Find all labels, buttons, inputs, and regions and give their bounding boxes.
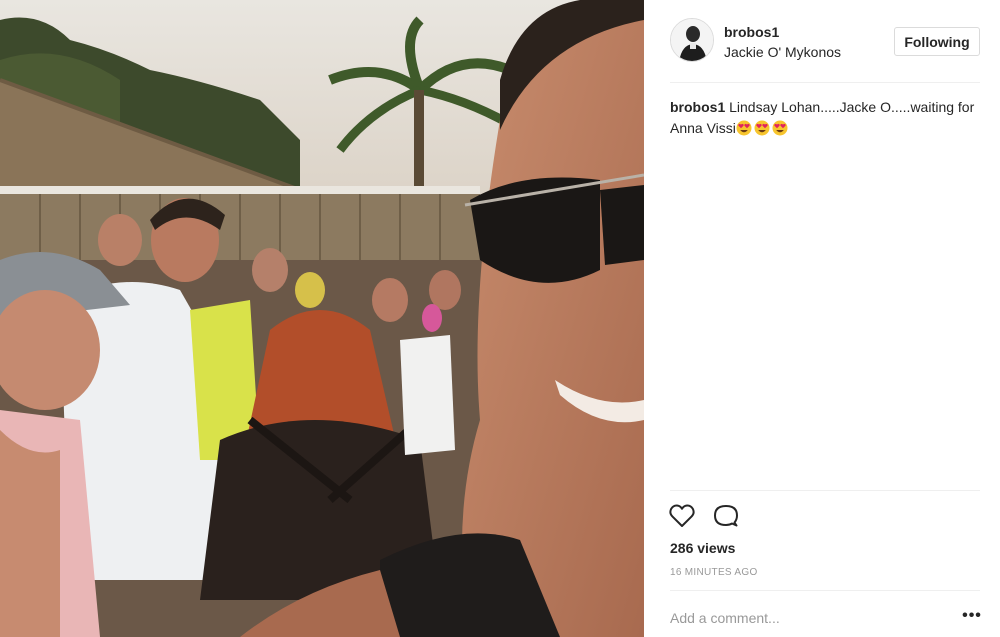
view-count[interactable]: 286 views <box>670 540 735 556</box>
post-caption: brobos1 Lindsay Lohan.....Jacke O.....wa… <box>670 97 984 139</box>
caption-emojis <box>736 120 790 136</box>
speech-bubble-icon <box>714 505 738 527</box>
comment-input[interactable] <box>670 606 950 630</box>
heart-eyes-emoji-icon <box>772 120 788 136</box>
header-location[interactable]: Jackie O' Mykonos <box>724 44 841 60</box>
header-username[interactable]: brobos1 <box>724 24 779 40</box>
like-button[interactable] <box>668 502 696 530</box>
following-button[interactable]: Following <box>894 27 980 56</box>
heart-outline-icon <box>669 504 695 527</box>
caption-username[interactable]: brobos1 <box>670 99 725 115</box>
heart-eyes-emoji-icon <box>736 120 752 136</box>
avatar[interactable] <box>670 18 714 62</box>
video-frame-illustration <box>0 0 644 637</box>
post-details-panel: brobos1 Jackie O' Mykonos Following brob… <box>644 0 1000 637</box>
avatar-image <box>671 19 713 61</box>
ellipsis-icon: ••• <box>962 607 982 624</box>
header-divider <box>670 82 980 83</box>
comment-button[interactable] <box>712 502 740 530</box>
heart-eyes-emoji-icon <box>754 120 770 136</box>
post-timestamp[interactable]: 16 MINUTES AGO <box>670 567 758 578</box>
post-video[interactable] <box>0 0 644 637</box>
post-header: brobos1 Jackie O' Mykonos Following <box>644 0 1000 83</box>
more-options-button[interactable]: ••• <box>960 604 984 628</box>
comment-divider <box>670 590 980 591</box>
actions-divider <box>670 490 980 491</box>
